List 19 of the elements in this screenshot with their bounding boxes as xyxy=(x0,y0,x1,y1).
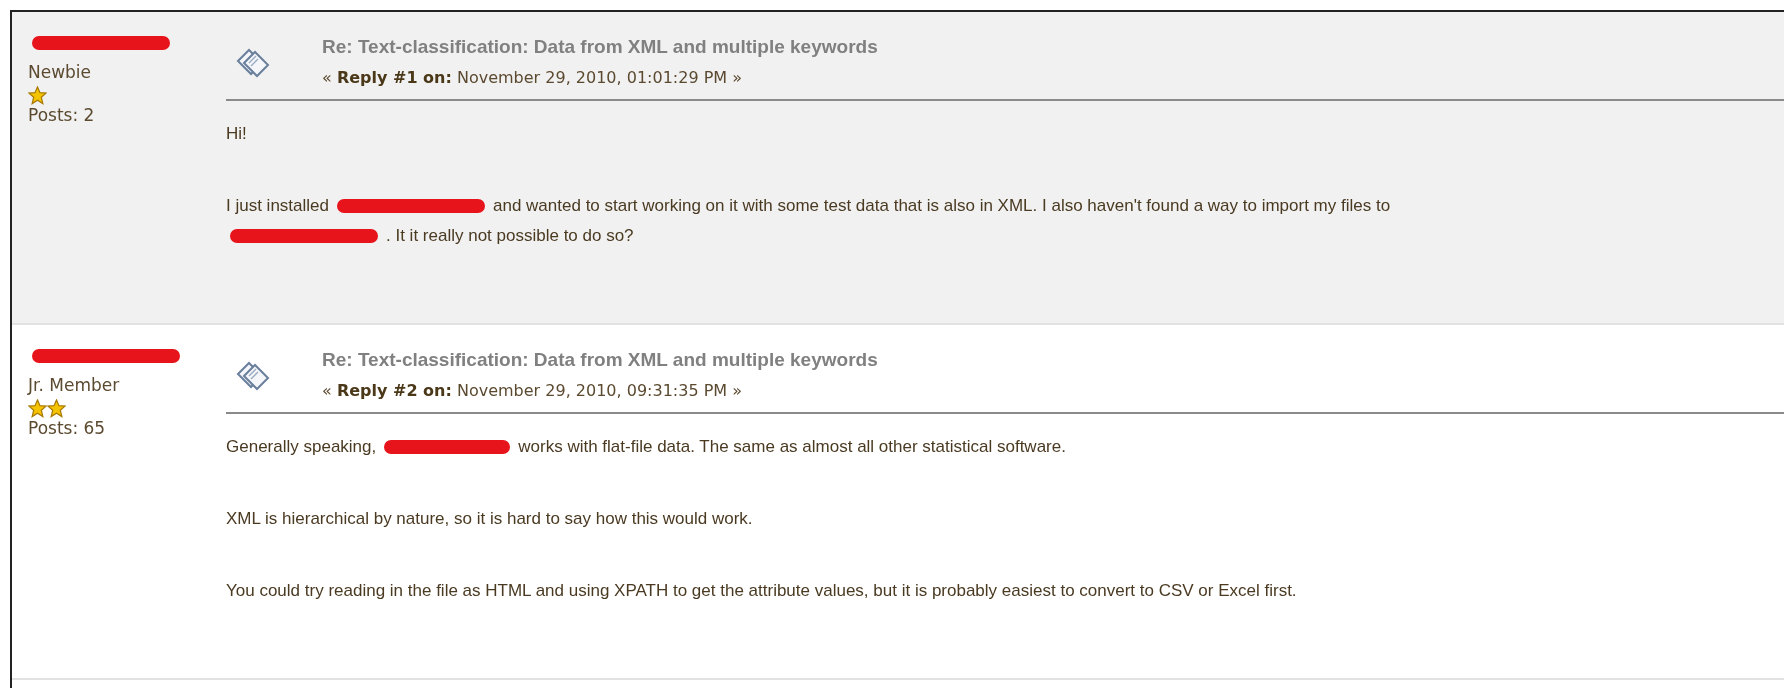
star-icon xyxy=(28,86,47,105)
post-title[interactable]: Re: Text-classification: Data from XML and multiple keywords xyxy=(322,349,878,371)
body-text: Generally speaking, xyxy=(226,437,377,457)
star-icon xyxy=(47,399,66,418)
reply-info: « Reply #1 on: November 29, 2010, 01:01:29 PM » xyxy=(322,68,743,87)
post-title[interactable]: Re: Text-classification: Data from XML and multiple keywords xyxy=(322,36,878,58)
post-count: Posts: 65 xyxy=(28,418,107,438)
body-text: and wanted to start working on it with some test data that is also in XML. I also haven't found a way to import my files to xyxy=(493,196,1391,216)
body-text: You could try reading in the file as HTML and using XPATH to get the attribute values, but it is probably easiest to convert to CSV or Excel first. xyxy=(226,581,1297,601)
body-text: Hi! xyxy=(226,124,247,144)
post-count: Posts: 2 xyxy=(28,105,96,125)
star-icon xyxy=(28,399,47,418)
body-text: works with flat-file data. The same as almost all other statistical software. xyxy=(518,437,1066,457)
member-rank: Newbie xyxy=(28,62,93,82)
body-text: I just installed xyxy=(226,196,329,216)
body-text: XML is hierarchical by nature, so it is hard to say how this would work. xyxy=(226,509,753,529)
reply-info: « Reply #2 on: November 29, 2010, 09:31:35 PM » xyxy=(322,381,743,400)
member-rank: Jr. Member xyxy=(28,375,121,395)
body-text: . It it really not possible to do so? xyxy=(386,226,634,246)
